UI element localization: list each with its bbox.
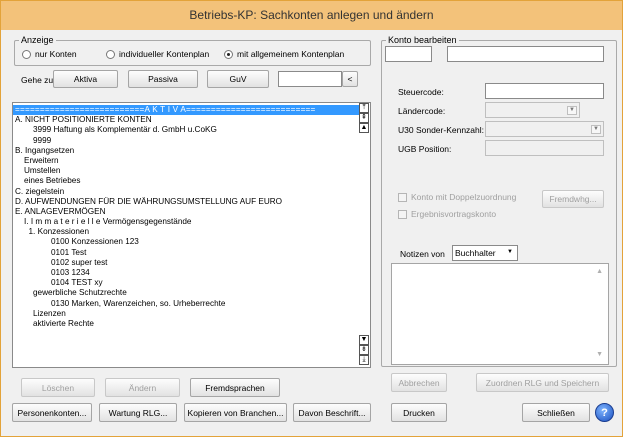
scroll-page-up-icon[interactable]: ⇞ [359, 113, 369, 123]
radio-dot[interactable] [224, 49, 233, 59]
tree-row[interactable]: 0102 super test [13, 258, 359, 268]
tree-row[interactable]: 0100 Konzessionen 123 [13, 237, 359, 247]
tree-row[interactable]: ==========================A K T I V A===… [13, 105, 359, 116]
schliessen-button[interactable]: Schließen [522, 403, 590, 422]
tree-row[interactable]: I. I m m a t e r i e l l e Vermögensgege… [13, 217, 359, 227]
account-tree[interactable]: ==========================A K T I V A===… [12, 102, 371, 368]
radio-dot[interactable] [22, 49, 31, 59]
scroll-up-icon[interactable]: ▲ [359, 123, 369, 133]
tree-row[interactable]: D. AUFWENDUNGEN FÜR DIE WÄHRUNGSUMSTELLU… [13, 197, 359, 207]
tree-row[interactable]: Erweitern [13, 156, 359, 166]
tree-row[interactable]: 9999 [13, 136, 359, 146]
tree-row[interactable]: 1. Konzessionen [13, 227, 359, 237]
tree-row[interactable]: eines Betriebes [13, 176, 359, 186]
tree-row[interactable]: A. NICHT POSITIONIERTE KONTEN [13, 115, 359, 125]
tree-row[interactable]: B. Ingangsetzen [13, 146, 359, 156]
tree-row[interactable]: gewerbliche Schutzrechte [13, 288, 359, 298]
fremdsprachen-button[interactable]: Fremdsprachen [190, 378, 280, 397]
radio-label: individueller Kontenplan [119, 49, 210, 59]
notizen-von-select[interactable]: Buchhalter ▼ [452, 245, 518, 261]
abbrechen-button[interactable]: Abbrechen [391, 373, 447, 392]
guv-button[interactable]: GuV [207, 70, 269, 88]
checkbox-box[interactable] [398, 209, 407, 219]
main-window: Betriebs-KP: Sachkonten anlegen und ände… [0, 0, 623, 437]
help-globe-icon[interactable]: ? [595, 403, 614, 422]
laendercode-select[interactable]: ▼ [485, 102, 580, 118]
account-number-input[interactable] [385, 46, 432, 62]
doppelzuordnung-checkbox[interactable]: Konto mit Doppelzuordnung [398, 192, 516, 202]
notizen-von-value: Buchhalter [455, 248, 496, 258]
radio-dot[interactable] [106, 49, 115, 59]
radio-label: nur Konten [35, 49, 77, 59]
radio-label: mit allgemeinem Kontenplan [237, 49, 345, 59]
zuordnen-speichern-button[interactable]: Zuordnen RLG und Speichern [476, 373, 609, 392]
scroll-down-icon[interactable]: ▼ [596, 351, 603, 358]
radio-allgemeiner-kontenplan[interactable]: mit allgemeinem Kontenplan [224, 49, 344, 59]
tree-row[interactable]: Lizenzen [13, 309, 359, 319]
kopieren-von-branchen-button[interactable]: Kopieren von Branchen... [184, 403, 287, 422]
anzeige-legend: Anzeige [21, 35, 54, 45]
tree-row[interactable]: 0104 TEST xy [13, 278, 359, 288]
scroll-bottom-icon[interactable]: ⤓ [359, 355, 369, 365]
u30-select[interactable]: ▼ [485, 121, 604, 137]
window-title: Betriebs-KP: Sachkonten anlegen und ände… [1, 1, 622, 30]
laendercode-label: Ländercode: [398, 106, 446, 116]
goto-submit-button[interactable]: < [342, 71, 358, 87]
account-name-input[interactable] [447, 46, 604, 62]
scroll-up-icon[interactable]: ▲ [596, 268, 603, 275]
chevron-down-icon[interactable]: ▼ [591, 125, 601, 134]
tree-row[interactable]: 0103 1234 [13, 268, 359, 278]
goto-input[interactable] [278, 71, 342, 87]
scroll-down-icon[interactable]: ▼ [359, 335, 369, 345]
tree-row[interactable]: 0101 Test [13, 248, 359, 258]
fremdwhg-button[interactable]: Fremdwhg... [542, 190, 604, 208]
konto-bearbeiten-legend: Konto bearbeiten [388, 35, 457, 45]
gehe-zu-label: Gehe zu [21, 75, 54, 85]
checkbox-label: Konto mit Doppelzuordnung [411, 192, 517, 202]
tree-row[interactable]: 3999 Haftung als Komplementär d. GmbH u.… [13, 125, 359, 135]
notes-textarea[interactable]: ▲ ▼ [391, 263, 609, 365]
tree-rows: ==========================A K T I V A===… [13, 103, 370, 329]
checkbox-box[interactable] [398, 192, 407, 202]
scroll-page-down-icon[interactable]: ⇟ [359, 345, 369, 355]
aktiva-button[interactable]: Aktiva [53, 70, 118, 88]
u30-label: U30 Sonder-Kennzahl: [398, 125, 485, 135]
ugb-position-input[interactable] [485, 140, 604, 156]
tree-row[interactable]: 0130 Marken, Warenzeichen, so. Urheberre… [13, 299, 359, 309]
passiva-button[interactable]: Passiva [128, 70, 198, 88]
radio-nur-konten[interactable]: nur Konten [22, 49, 77, 59]
chevron-down-icon[interactable]: ▼ [567, 106, 577, 115]
davon-beschrift-button[interactable]: Davon Beschrift... [293, 403, 371, 422]
steuercode-label: Steuercode: [398, 87, 444, 97]
checkbox-label: Ergebnisvortragskonto [411, 209, 497, 219]
ugb-position-label: UGB Position: [398, 144, 452, 154]
radio-individueller-kontenplan[interactable]: individueller Kontenplan [106, 49, 209, 59]
wartung-rlg-button[interactable]: Wartung RLG... [99, 403, 177, 422]
tree-row[interactable]: C. ziegelstein [13, 187, 359, 197]
tree-row[interactable]: E. ANLAGEVERMÖGEN [13, 207, 359, 217]
tree-row[interactable]: aktivierte Rechte [13, 319, 359, 329]
loeschen-button[interactable]: Löschen [21, 378, 95, 397]
scroll-top-icon[interactable]: ⤒ [359, 103, 369, 113]
steuercode-input[interactable] [485, 83, 604, 99]
notizen-von-label: Notizen von [400, 249, 445, 259]
drucken-button[interactable]: Drucken [391, 403, 447, 422]
chevron-down-icon[interactable]: ▼ [505, 249, 515, 258]
tree-row[interactable]: Umstellen [13, 166, 359, 176]
ergebnisvortragskonto-checkbox[interactable]: Ergebnisvortragskonto [398, 209, 496, 219]
personenkonten-button[interactable]: Personenkonten... [12, 403, 92, 422]
aendern-button[interactable]: Ändern [105, 378, 180, 397]
